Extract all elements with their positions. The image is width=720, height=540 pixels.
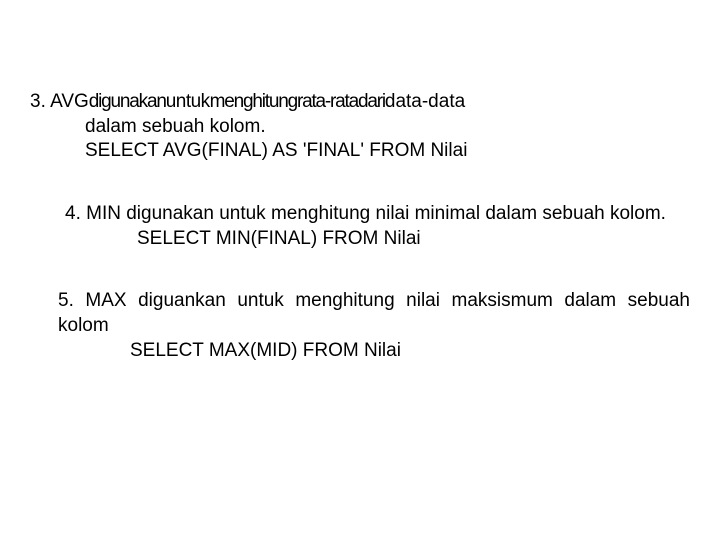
item3-num-func: 3. AVG [30, 91, 89, 112]
item3-word-untuk: untuk [166, 91, 210, 112]
list-item-5: 5. MAX diguankan untuk menghitung nilai … [58, 289, 690, 363]
list-item-3: 3. AVGdigunakanuntukmenghitungrata-ratad… [30, 90, 690, 164]
item4-sql: SELECT MIN(FINAL) FROM Nilai [137, 227, 690, 252]
item3-line1: 3. AVGdigunakanuntukmenghitungrata-ratad… [30, 90, 690, 115]
document-page: 3. AVGdigunakanuntukmenghitungrata-ratad… [0, 0, 720, 540]
item3-word-dari: dari [358, 91, 385, 112]
item3-word-digunakan: digunakan [89, 91, 166, 112]
item3-word-menghitung: menghitung [210, 91, 297, 112]
item5-text: 5. MAX diguankan untuk menghitung nilai … [58, 289, 690, 338]
item3-word-data: data-data [385, 91, 465, 112]
item4-text: 4. MIN digunakan untuk menghitung nilai … [65, 202, 690, 227]
item3-word-rata: rata-rata [297, 91, 358, 112]
item5-sql: SELECT MAX(MID) FROM Nilai [130, 339, 690, 364]
item3-line2: dalam sebuah kolom. [85, 115, 690, 140]
item3-sql: SELECT AVG(FINAL) AS 'FINAL' FROM Nilai [85, 139, 690, 164]
list-item-4: 4. MIN digunakan untuk menghitung nilai … [65, 202, 690, 251]
